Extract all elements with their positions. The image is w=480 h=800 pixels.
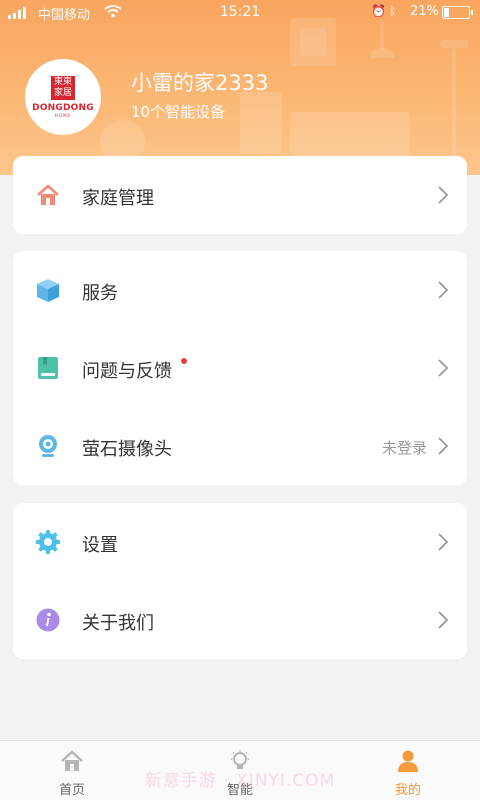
menu-item-label: 问题与反馈 <box>82 361 172 382</box>
camera-login-status: 未登录 <box>381 439 427 457</box>
info-icon <box>36 608 60 632</box>
home-name[interactable]: 小雷的家2333 <box>131 67 268 97</box>
menu-item-family-management[interactable]: 家庭管理 <box>13 156 467 234</box>
clock: 15:21 <box>219 4 261 20</box>
services-card: 服务 问题与反馈 萤石摄像头 未登录 <box>13 251 467 485</box>
family-card: 家庭管理 <box>13 156 467 234</box>
menu-item-label: 萤石摄像头 <box>82 439 172 460</box>
box-icon <box>37 279 59 302</box>
book-icon <box>38 357 58 379</box>
menu-item-about-us[interactable]: 关于我们 <box>13 581 467 659</box>
settings-card: 设置 关于我们 <box>13 503 467 659</box>
chevron-right-icon <box>438 611 449 629</box>
notification-dot <box>181 358 187 364</box>
menu-item-label: 家庭管理 <box>82 188 154 209</box>
watermark: 新意手游 · XINYI.COM <box>144 771 336 791</box>
camera-icon <box>39 435 57 457</box>
menu-item-settings[interactable]: 设置 <box>13 503 467 581</box>
menu-item-service[interactable]: 服务 <box>13 251 467 329</box>
chevron-right-icon <box>438 186 449 204</box>
battery-percent: 21% <box>410 4 439 19</box>
menu-item-label: 服务 <box>82 283 118 304</box>
profile-header: 中国移动 15:21 ⏰ ᛒ 21% 東東 家居 DONGDONG HOME 小… <box>0 0 480 175</box>
chevron-right-icon <box>438 437 449 455</box>
status-bar: 中国移动 15:21 ⏰ ᛒ 21% <box>0 0 480 26</box>
bluetooth-icon: ᛒ <box>389 4 397 18</box>
menu-item-feedback[interactable]: 问题与反馈 <box>13 329 467 407</box>
chevron-right-icon <box>438 281 449 299</box>
menu-item-label: 关于我们 <box>82 613 154 634</box>
brand-logo-sub: HOME <box>54 113 72 118</box>
home-icon <box>37 184 59 205</box>
alarm-icon: ⏰ <box>371 4 386 18</box>
brand-logo: 東東 家居 <box>51 76 75 100</box>
menu-item-label: 设置 <box>82 535 118 556</box>
menu-item-ezviz-camera[interactable]: 萤石摄像头 未登录 <box>13 407 467 485</box>
brand-logo-text: DONGDONG <box>32 103 94 113</box>
battery-icon <box>442 6 473 19</box>
avatar[interactable]: 東東 家居 DONGDONG HOME <box>25 59 101 135</box>
device-count: 10个智能设备 <box>131 103 226 121</box>
chevron-right-icon <box>438 359 449 377</box>
chevron-right-icon <box>438 533 449 551</box>
gear-icon <box>36 530 60 554</box>
